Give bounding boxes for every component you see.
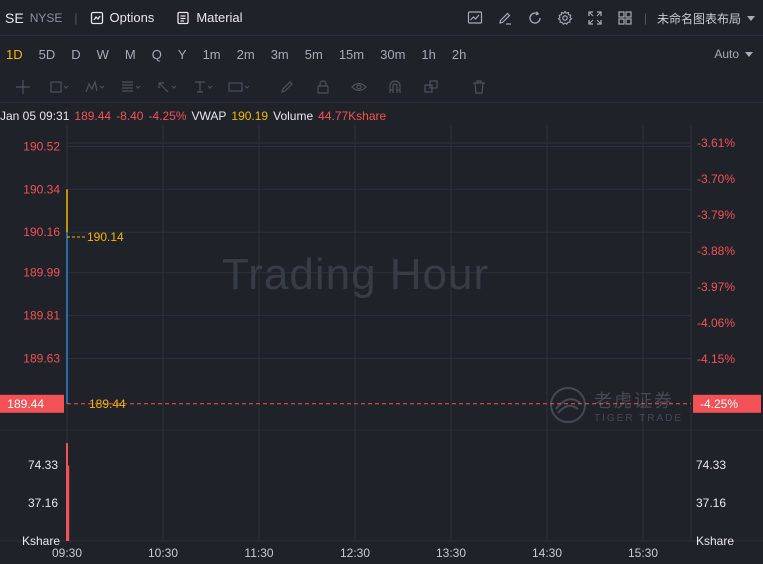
separator: | [74, 10, 78, 25]
quote-info-line: Jan 05 09:31 189.44 -8.40 -4.25% VWAP 19… [0, 108, 391, 124]
current-pct-tag-label: -4.25% [700, 397, 738, 411]
exchange-label: NYSE [29, 10, 63, 25]
volume-axis-label: 37.16 [28, 496, 58, 510]
options-label: Options [109, 10, 155, 25]
options-icon [90, 11, 103, 24]
volume-axis-label-right: 74.33 [696, 458, 726, 472]
layout-name-dropdown[interactable]: 未命名图表布局 [657, 10, 741, 27]
current-price-tag-label: 189.44 [7, 397, 44, 411]
info-volume: 44.77Kshare [318, 109, 387, 123]
refresh-icon[interactable] [526, 9, 544, 27]
info-vwap-label: VWAP [191, 109, 227, 123]
trash-icon[interactable] [466, 77, 492, 97]
vwap-marker-label: 190.14 [87, 230, 124, 244]
tiger-trade-logo: 老虎证券 TIGER TRADE [548, 385, 683, 425]
ruler-tool-icon[interactable] [226, 77, 252, 97]
info-change-pct: -4.25% [148, 109, 187, 123]
grid-layout-icon[interactable] [616, 9, 634, 27]
period-30m[interactable]: 30m [374, 47, 411, 62]
period-q[interactable]: Q [146, 47, 168, 62]
pct-axis-label: -3.70% [697, 172, 735, 186]
auto-dropdown[interactable]: Auto [714, 37, 753, 71]
chevron-down-icon[interactable] [747, 15, 755, 21]
pct-axis-label: -4.15% [697, 352, 735, 366]
gear-icon[interactable] [556, 9, 574, 27]
price-axis-label: 190.34 [23, 182, 60, 196]
clone-icon[interactable] [418, 77, 444, 97]
period-15m[interactable]: 15m [333, 47, 370, 62]
fibonacci-tool-icon[interactable] [118, 77, 144, 97]
period-y[interactable]: Y [172, 47, 193, 62]
price-chart[interactable]: 190.52 190.34 190.16 189.99 189.81 189.63 -3.6… [0, 125, 763, 564]
pattern-tool-icon[interactable] [82, 77, 108, 97]
time-axis-label: 11:30 [244, 546, 273, 560]
volume-unit-right: Kshare [696, 534, 734, 548]
pct-axis-label: -3.61% [697, 136, 735, 150]
time-axis-label: 12:30 [340, 546, 370, 560]
edit-icon[interactable] [496, 9, 514, 27]
period-d[interactable]: D [65, 47, 86, 62]
info-datetime: Jan 05 09:31 [0, 109, 70, 123]
document-icon [177, 11, 189, 24]
material-button[interactable]: Material [176, 10, 243, 25]
eye-icon[interactable] [346, 77, 372, 97]
logo-en: TIGER TRADE [594, 412, 684, 424]
info-vwap: 190.19 [231, 109, 269, 123]
period-m[interactable]: M [119, 47, 142, 62]
price-axis-label: 190.16 [23, 225, 60, 239]
drawing-toolbar [0, 71, 763, 103]
tiger-logo-icon [550, 387, 586, 423]
arrow-tool-icon[interactable] [154, 77, 180, 97]
info-price: 189.44 [74, 109, 112, 123]
separator-right: | [643, 11, 647, 25]
fullscreen-icon[interactable] [586, 9, 604, 27]
magnet-icon[interactable] [382, 77, 408, 97]
pct-axis-label: -3.79% [697, 208, 735, 222]
symbol-label[interactable]: SE [5, 10, 24, 26]
chevron-down-icon [745, 51, 753, 57]
period-1m[interactable]: 1m [197, 47, 227, 62]
time-axis-label: 14:30 [532, 546, 562, 560]
volume-axis-label-right: 37.16 [696, 496, 726, 510]
period-selector: 1D 5D D W M Q Y 1m 2m 3m 5m 15m 30m 1h 2h [0, 37, 763, 71]
period-5d[interactable]: 5D [33, 47, 62, 62]
period-2h[interactable]: 2h [446, 47, 472, 62]
price-axis-label: 189.99 [23, 266, 60, 280]
top-right-tools: | 未命名图表布局 [454, 0, 755, 36]
brush-icon[interactable] [274, 77, 300, 97]
time-axis-label: 15:30 [628, 546, 658, 560]
info-volume-label: Volume [273, 109, 314, 123]
options-button[interactable]: Options [90, 10, 155, 25]
pct-axis-label: -3.97% [697, 280, 735, 294]
time-axis-label: 10:30 [148, 546, 178, 560]
price-marker-label: 189.44 [89, 397, 126, 411]
price-axis-label: 190.52 [23, 139, 60, 153]
volume-axis-label: 74.33 [28, 458, 58, 472]
time-axis-label: 09:30 [52, 546, 82, 560]
time-axis-label: 13:30 [436, 546, 466, 560]
period-3m[interactable]: 3m [265, 47, 295, 62]
period-w[interactable]: W [91, 47, 115, 62]
period-1d[interactable]: 1D [0, 47, 29, 62]
period-2m[interactable]: 2m [231, 47, 261, 62]
top-bar: SE NYSE | Options Material | 未命名图表布局 [0, 0, 763, 36]
rectangle-tool-icon[interactable] [46, 77, 72, 97]
lock-icon[interactable] [310, 77, 336, 97]
price-axis-label: 189.81 [23, 309, 60, 323]
crosshair-icon[interactable] [10, 77, 36, 97]
pct-axis-label: -4.06% [697, 316, 735, 330]
chart-type-icon[interactable] [466, 9, 484, 27]
trading-hour-watermark: Trading Hour [222, 250, 490, 299]
pct-axis-label: -3.88% [697, 244, 735, 258]
text-tool-icon[interactable] [190, 77, 216, 97]
period-1h[interactable]: 1h [415, 47, 441, 62]
auto-label: Auto [714, 47, 739, 61]
price-axis-label: 189.63 [23, 352, 60, 366]
period-5m[interactable]: 5m [299, 47, 329, 62]
material-label: Material [196, 10, 243, 25]
volume-bar [67, 465, 70, 541]
logo-cn: 老虎证券 [594, 390, 674, 411]
info-change: -8.40 [116, 109, 144, 123]
